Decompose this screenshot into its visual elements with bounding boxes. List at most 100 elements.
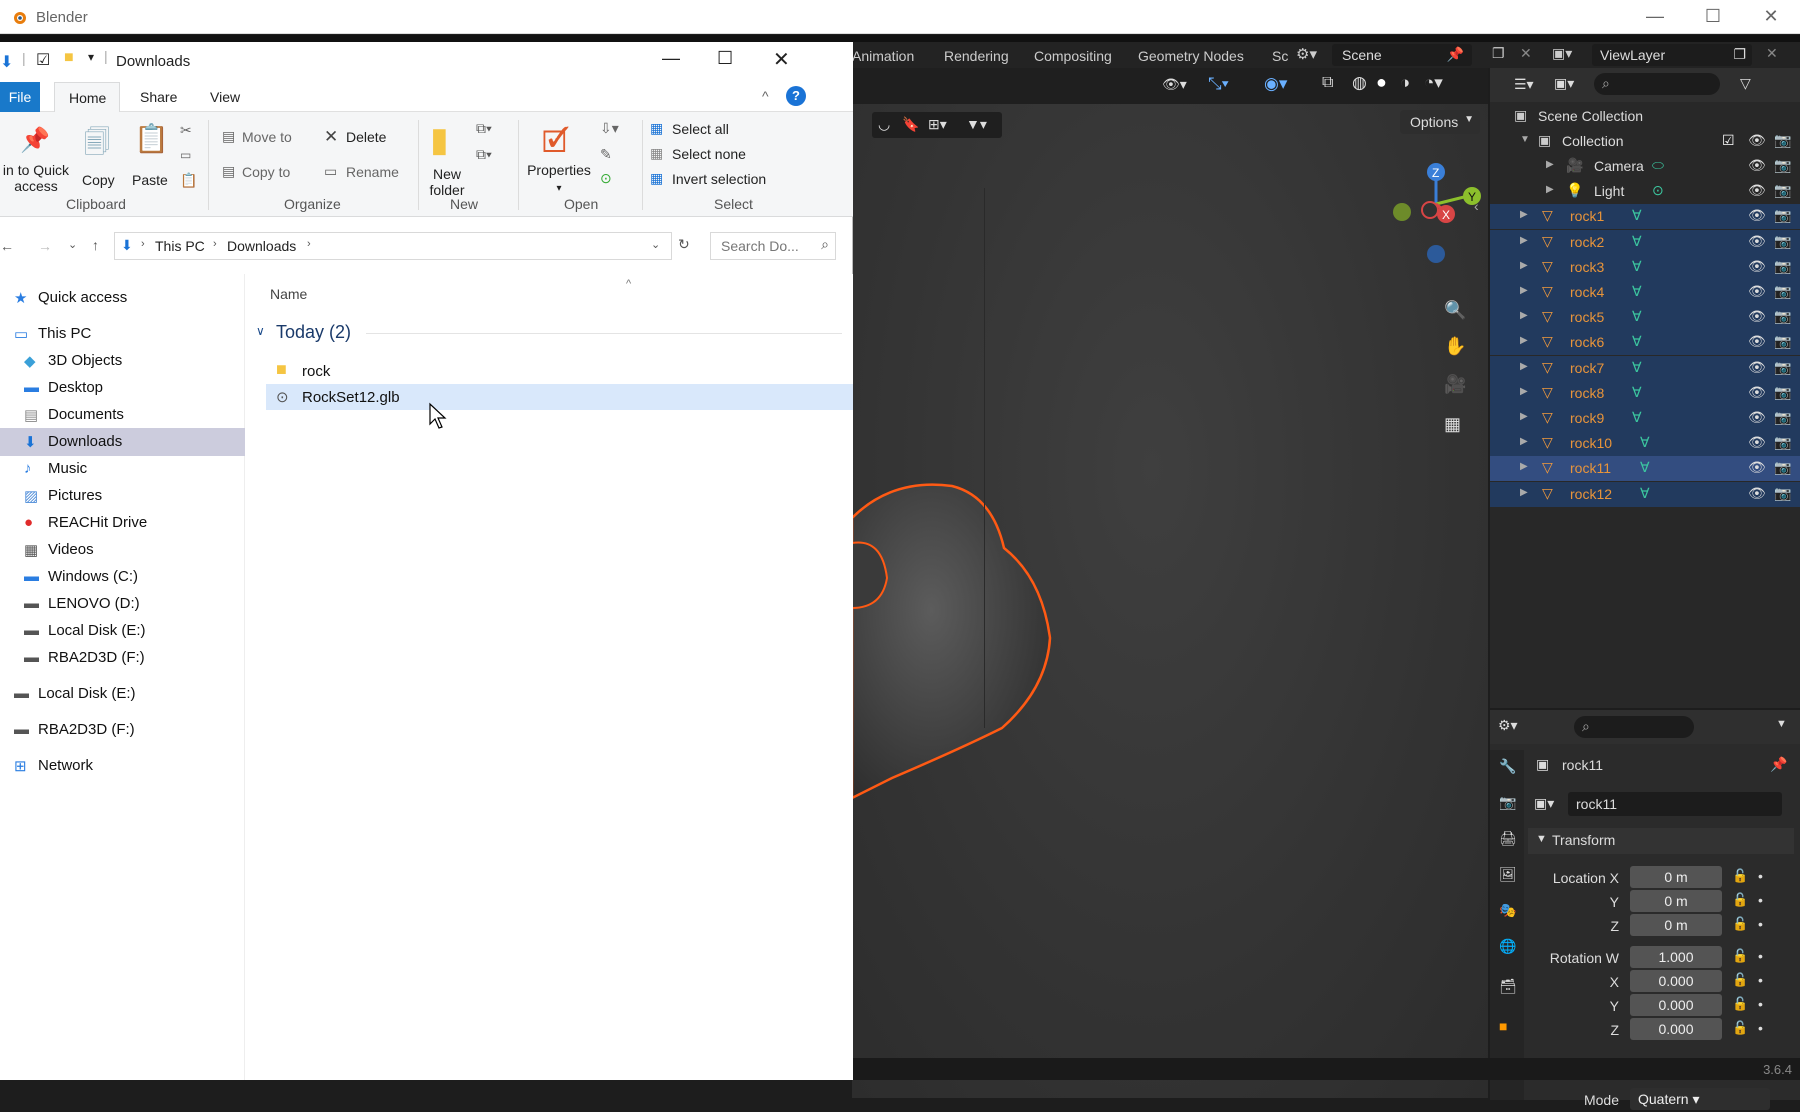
- tab-share[interactable]: Share: [140, 89, 177, 105]
- sort-ascending-icon[interactable]: ^: [626, 278, 631, 290]
- maximize-icon[interactable]: ☐: [1698, 6, 1728, 27]
- rendered-shading-icon[interactable]: ◔▾: [1424, 73, 1443, 93]
- render-camera-icon[interactable]: 📷: [1774, 207, 1791, 224]
- outliner-item-rock4[interactable]: ▶ ▽ rock4 ∀ 👁 📷: [1490, 280, 1800, 305]
- nav-item-rba2d3d-f[interactable]: ▬ RBA2D3D (F:): [0, 716, 245, 744]
- up-arrow-icon[interactable]: ↑: [92, 237, 99, 253]
- sidebar-toggle-icon[interactable]: ‹: [1474, 198, 1479, 214]
- render-camera-icon[interactable]: 📷: [1774, 384, 1791, 401]
- object-data-icon[interactable]: ▣▾: [1534, 795, 1554, 812]
- nav-item-local-disk-e[interactable]: ▬ Local Disk (E:): [0, 617, 245, 645]
- nav-item-videos[interactable]: ▦ Videos: [0, 536, 245, 564]
- expand-arrow-icon[interactable]: ▶: [1520, 209, 1528, 220]
- render-tab-icon[interactable]: 📷: [1499, 794, 1516, 811]
- collapse-ribbon-icon[interactable]: ^: [762, 88, 769, 104]
- eye-icon[interactable]: 👁: [1748, 384, 1766, 401]
- navigation-gizmo[interactable]: Z Y X: [1366, 154, 1486, 274]
- keyframe-dot-icon[interactable]: •: [1758, 892, 1763, 908]
- render-camera-icon[interactable]: 📷: [1774, 283, 1791, 300]
- tab-compositing[interactable]: Compositing: [1034, 48, 1112, 64]
- eye-icon[interactable]: 👁: [1748, 157, 1766, 174]
- lock-icon[interactable]: 🔓: [1732, 892, 1748, 908]
- visibility-icon[interactable]: 👁▾: [1162, 76, 1187, 93]
- eye-icon[interactable]: 👁: [1748, 485, 1766, 502]
- nav-item-network[interactable]: ⊞ Network: [0, 752, 245, 780]
- copy-to-button[interactable]: Copy to: [242, 164, 290, 180]
- transform-value-field[interactable]: 0.000: [1630, 970, 1722, 992]
- gizmo-icon[interactable]: ⤡▾: [1208, 74, 1229, 94]
- nav-item-quick-access[interactable]: ★ Quick access: [0, 284, 245, 312]
- transform-value-field[interactable]: 0.000: [1630, 994, 1722, 1016]
- output-tab-icon[interactable]: 🖨: [1499, 830, 1517, 847]
- back-arrow-icon[interactable]: ←: [0, 238, 14, 254]
- tab-home[interactable]: Home: [54, 82, 120, 113]
- expand-arrow-icon[interactable]: ▶: [1520, 386, 1528, 397]
- render-camera-icon[interactable]: 📷: [1774, 359, 1791, 376]
- mesh-data-icon[interactable]: ∀: [1640, 434, 1656, 452]
- expand-arrow-icon[interactable]: ▶: [1520, 411, 1528, 422]
- group-header-today[interactable]: ∨ Today (2): [256, 320, 846, 346]
- collection-tab-icon[interactable]: 🗃: [1499, 978, 1517, 995]
- nav-item-documents[interactable]: ▤ Documents: [0, 401, 245, 429]
- view-layer-selector[interactable]: ViewLayer ❐: [1592, 44, 1752, 66]
- expand-arrow-icon[interactable]: ▶: [1520, 235, 1528, 246]
- expand-arrow-icon[interactable]: ▶: [1520, 461, 1528, 472]
- outliner-item-rock12[interactable]: ▶ ▽ rock12 ∀ 👁 📷: [1490, 481, 1800, 507]
- outliner-item-rock2[interactable]: ▶ ▽ rock2 ∀ 👁 📷: [1490, 229, 1800, 255]
- keyframe-dot-icon[interactable]: •: [1758, 996, 1763, 1012]
- eye-icon[interactable]: 👁: [1748, 207, 1766, 224]
- eye-icon[interactable]: 👁: [1748, 333, 1766, 350]
- pin-icon[interactable]: 📌: [1447, 46, 1464, 63]
- render-camera-icon[interactable]: 📷: [1774, 459, 1791, 476]
- view-layer-tab-icon[interactable]: 🖼: [1499, 866, 1517, 883]
- editor-type-icon[interactable]: ⚙▾: [1498, 717, 1518, 734]
- camera-data-icon[interactable]: ⬭: [1652, 157, 1668, 175]
- eye-icon[interactable]: 👁: [1748, 359, 1766, 376]
- outliner-filter-icon[interactable]: ▽: [1740, 75, 1751, 92]
- outliner-item-camera[interactable]: ▶ 🎥 Camera ⬭ 👁 📷: [1490, 154, 1800, 179]
- nav-item-downloads[interactable]: ⬇ Downloads: [0, 428, 245, 456]
- outliner-item-rock10[interactable]: ▶ ▽ rock10 ∀ 👁 📷: [1490, 431, 1800, 457]
- render-camera-icon[interactable]: 📷: [1774, 258, 1791, 275]
- lock-icon[interactable]: 🔓: [1732, 1020, 1748, 1036]
- breadcrumb-downloads[interactable]: Downloads: [227, 238, 296, 254]
- object-name-field[interactable]: rock11: [1568, 792, 1782, 816]
- select-all-button[interactable]: Select all: [672, 121, 729, 137]
- tab-scripting[interactable]: Sc: [1272, 48, 1288, 64]
- outliner-item-rock5[interactable]: ▶ ▽ rock5 ∀ 👁 📷: [1490, 305, 1800, 331]
- scene-icon[interactable]: ⚙▾: [1296, 45, 1317, 63]
- expand-arrow-icon[interactable]: ▶: [1546, 184, 1554, 195]
- delete-layer-icon[interactable]: ✕: [1766, 45, 1778, 62]
- mesh-data-icon[interactable]: ∀: [1632, 333, 1648, 351]
- tab-file[interactable]: File: [0, 82, 40, 112]
- object-tab-icon[interactable]: ■: [1499, 1018, 1507, 1034]
- outliner-item-rock6[interactable]: ▶ ▽ rock6 ∀ 👁 📷: [1490, 330, 1800, 356]
- mesh-data-icon[interactable]: ∀: [1632, 359, 1648, 377]
- mesh-data-icon[interactable]: ∀: [1632, 283, 1648, 301]
- invert-selection-button[interactable]: Invert selection: [672, 171, 766, 187]
- render-camera-icon[interactable]: 📷: [1774, 132, 1791, 149]
- edit-icon[interactable]: ✎: [600, 146, 612, 163]
- hierarchy-icon[interactable]: ⊞▾: [928, 116, 947, 133]
- close-icon[interactable]: ✕: [1756, 6, 1786, 27]
- eye-icon[interactable]: 👁: [1748, 459, 1766, 476]
- outliner-item-rock3[interactable]: ▶ ▽ rock3 ∀ 👁 📷: [1490, 254, 1800, 280]
- qat-dropdown-icon[interactable]: ▾: [88, 50, 94, 64]
- breadcrumb-this-pc[interactable]: This PC: [155, 238, 205, 254]
- keyframe-dot-icon[interactable]: •: [1758, 1020, 1763, 1036]
- move-to-button[interactable]: Move to: [242, 129, 292, 145]
- mesh-data-icon[interactable]: ∀: [1640, 459, 1656, 477]
- overlay-icon[interactable]: ◉▾: [1264, 74, 1287, 94]
- easy-access-icon[interactable]: ⧉▾: [476, 146, 492, 163]
- nav-item-this-pc[interactable]: ▭ This PC: [0, 320, 245, 348]
- list-item[interactable]: ■ rock: [266, 358, 853, 384]
- chevron-down-icon[interactable]: ▼: [1776, 718, 1787, 730]
- expand-arrow-icon[interactable]: ▶: [1520, 285, 1528, 296]
- pin-quick-access-button[interactable]: in to Quick access: [0, 162, 72, 194]
- outliner-item-rock11[interactable]: ▶ ▽ rock11 ∀ 👁 📷: [1490, 456, 1800, 482]
- minimize-icon[interactable]: —: [662, 48, 680, 69]
- properties-button[interactable]: Properties ▾: [526, 162, 592, 194]
- eye-icon[interactable]: 👁: [1748, 308, 1766, 325]
- nav-item-music[interactable]: ♪ Music: [0, 455, 245, 483]
- outliner-item-light[interactable]: ▶ 💡 Light ⊙ 👁 📷: [1490, 179, 1800, 204]
